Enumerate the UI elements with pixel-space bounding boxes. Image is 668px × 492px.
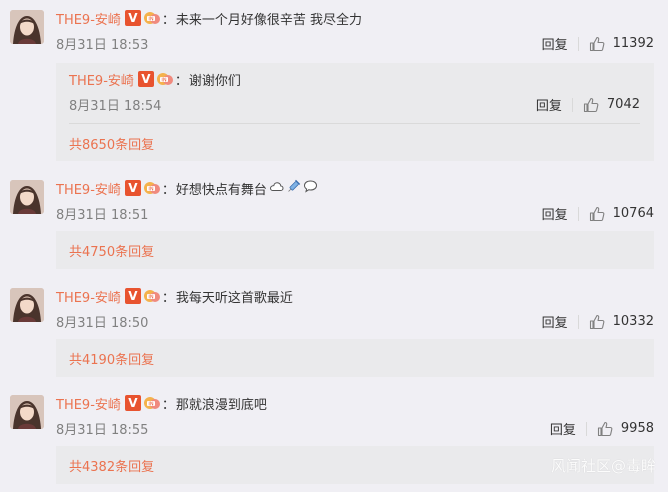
comment-item: THE9-安崎 V IN ： 未来一个月好像很辛苦 我尽全力 8月31日 18:… [0, 0, 668, 164]
verified-badge-icon: V [124, 395, 141, 411]
more-replies-link[interactable]: 共4190条回复 [69, 349, 154, 368]
comment-actions: 回复 11392 [542, 34, 654, 53]
comment-actions: 回复 9958 [550, 419, 654, 438]
comment-header: THE9-安崎 V IN ： 我每天听这首歌最近 [56, 286, 293, 306]
like-count: 10764 [612, 206, 654, 221]
avatar-image [10, 395, 44, 429]
comment-timestamp: 8月31日 18:53 [56, 38, 149, 53]
more-replies-link[interactable]: 共8650条回复 [69, 134, 154, 153]
like-count: 11392 [612, 36, 654, 51]
avatar[interactable] [10, 10, 44, 44]
username-link[interactable]: THE9-安崎 [56, 9, 121, 28]
comment-text: 好想快点有舞台 [175, 182, 267, 198]
verified-badge-icon: V [124, 288, 141, 304]
comment-item: THE9-安崎 V IN ： 我每天听这首歌最近 8月31日 18:50 回复 … [0, 278, 668, 380]
syringe-icon [286, 179, 301, 198]
watermark: 风闻社区@毒眸 [550, 457, 656, 475]
comment-header: THE9-安崎 V IN ： 未来一个月好像很辛苦 我尽全力 [56, 8, 362, 28]
reply-button[interactable]: 回复 [542, 34, 568, 53]
like-button[interactable]: 7042 [583, 97, 640, 113]
avatar-image [10, 180, 44, 214]
reply-button[interactable]: 回复 [542, 204, 568, 223]
more-replies-link[interactable]: 共4382条回复 [69, 456, 154, 475]
like-button[interactable]: 10764 [589, 206, 654, 222]
colon-separator: ： [161, 12, 175, 28]
like-count: 10332 [612, 314, 654, 329]
divider [577, 314, 579, 329]
reply-divider [69, 123, 640, 124]
comment-item: THE9-安崎 V IN ： 好想快点有舞台 8月31日 18:51 回复 10 [0, 170, 668, 272]
svg-text:IN: IN [148, 17, 153, 23]
username-link[interactable]: THE9-安崎 [56, 394, 121, 413]
comment-text: 我每天听这首歌最近 [175, 290, 293, 306]
divider [585, 421, 587, 436]
divider [577, 36, 579, 51]
comment-feed: THE9-安崎 V IN ： 未来一个月好像很辛苦 我尽全力 8月31日 18:… [0, 0, 668, 492]
comment-header: THE9-安崎 V IN ： 那就浪漫到底吧 [56, 393, 267, 413]
fan-badge-icon: IN [143, 10, 161, 26]
cloud-icon [269, 180, 284, 197]
fan-badge-icon: IN [143, 395, 161, 411]
comment-timestamp: 8月31日 18:51 [56, 208, 149, 223]
like-button[interactable]: 11392 [589, 36, 654, 52]
reply-header: THE9-安崎 V IN ： 谢谢你们 [69, 69, 241, 89]
comment-timestamp: 8月31日 18:50 [56, 316, 149, 331]
colon-separator: ： [161, 182, 175, 198]
speech-bubble-icon [303, 179, 318, 197]
more-replies-link[interactable]: 共4750条回复 [69, 241, 154, 260]
comment-text: 那就浪漫到底吧 [175, 397, 267, 413]
like-count: 7042 [606, 97, 640, 112]
thumbs-up-icon [589, 206, 605, 221]
comment-actions: 回复 10332 [542, 312, 654, 331]
avatar[interactable] [10, 395, 44, 429]
avatar-image [10, 10, 44, 44]
colon-separator: ： [161, 397, 175, 413]
avatar[interactable] [10, 288, 44, 322]
svg-text:IN: IN [161, 78, 166, 84]
reply-thread: 共4190条回复 [56, 339, 654, 377]
thumbs-up-icon [589, 36, 605, 51]
reply-button[interactable]: 回复 [542, 312, 568, 331]
username-link[interactable]: THE9-安崎 [69, 70, 134, 89]
fan-badge-icon: IN [156, 71, 174, 87]
svg-text:IN: IN [148, 295, 153, 301]
fan-badge-icon: IN [143, 180, 161, 196]
username-link[interactable]: THE9-安崎 [56, 179, 121, 198]
colon-separator: ： [161, 290, 175, 306]
reply-button[interactable]: 回复 [550, 419, 576, 438]
reply-thread: 共4750条回复 [56, 231, 654, 269]
like-button[interactable]: 9958 [597, 421, 654, 437]
reply-text: 谢谢你们 [188, 73, 241, 89]
thumbs-up-icon [589, 314, 605, 329]
divider [571, 97, 573, 112]
verified-badge-icon: V [124, 10, 141, 26]
comment-timestamp: 8月31日 18:55 [56, 423, 149, 438]
avatar[interactable] [10, 180, 44, 214]
thumbs-up-icon [597, 421, 613, 436]
svg-text:IN: IN [148, 402, 153, 408]
avatar-image [10, 288, 44, 322]
comment-text: 未来一个月好像很辛苦 我尽全力 [175, 12, 363, 28]
reply-thread: THE9-安崎 V IN ： 谢谢你们 8月31日 18:54 回复 7042 [56, 63, 654, 161]
divider [577, 206, 579, 221]
svg-text:IN: IN [148, 187, 153, 193]
thumbs-up-icon [583, 97, 599, 112]
verified-badge-icon: V [137, 71, 154, 87]
like-button[interactable]: 10332 [589, 314, 654, 330]
reply-timestamp: 8月31日 18:54 [69, 99, 162, 114]
like-count: 9958 [620, 421, 654, 436]
reply-button[interactable]: 回复 [536, 95, 562, 114]
fan-badge-icon: IN [143, 288, 161, 304]
colon-separator: ： [174, 73, 188, 89]
comment-header: THE9-安崎 V IN ： 好想快点有舞台 [56, 178, 318, 198]
verified-badge-icon: V [124, 180, 141, 196]
reply-actions: 回复 7042 [536, 95, 640, 114]
comment-actions: 回复 10764 [542, 204, 654, 223]
username-link[interactable]: THE9-安崎 [56, 287, 121, 306]
